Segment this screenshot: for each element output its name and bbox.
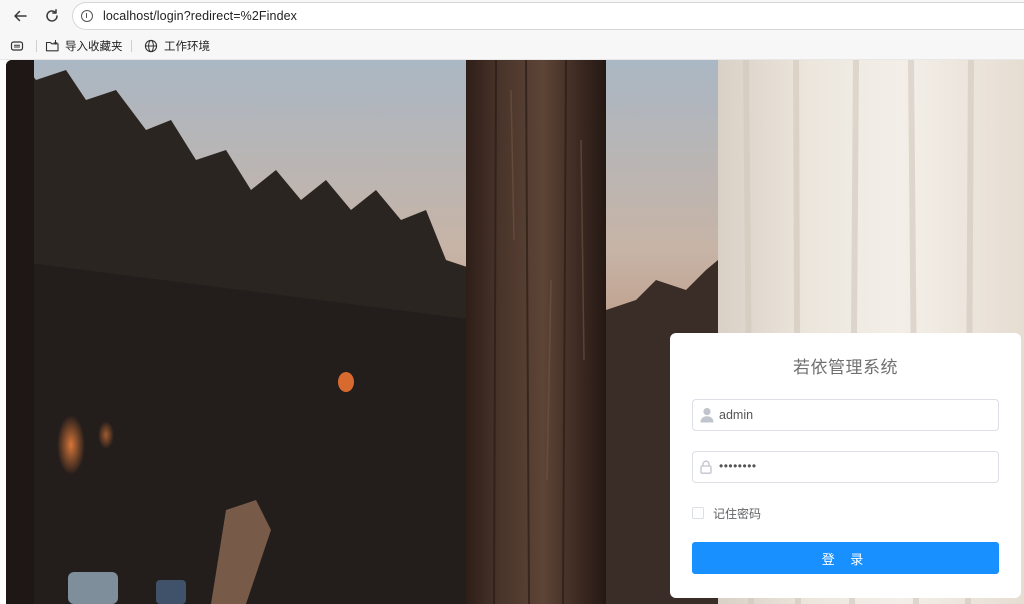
- tab-actions-icon[interactable]: [10, 38, 24, 54]
- checkbox-box[interactable]: [692, 507, 704, 519]
- lock-icon: [700, 460, 712, 474]
- reload-icon[interactable]: [42, 6, 62, 26]
- bookmarks-bar: 导入收藏夹 工作环境: [0, 32, 1024, 60]
- bookmark-import-favorites[interactable]: 导入收藏夹: [45, 38, 123, 54]
- remember-password-label: 记住密码: [713, 506, 762, 521]
- back-arrow-icon[interactable]: [10, 6, 30, 26]
- url-text: localhost/login?redirect=%2Findex: [103, 9, 298, 23]
- browser-toolbar: localhost/login?redirect=%2Findex: [0, 0, 1024, 32]
- remember-password-checkbox[interactable]: 记住密码: [692, 505, 761, 521]
- login-title: 若依管理系统: [793, 358, 898, 377]
- password-field[interactable]: ••••••••: [692, 451, 999, 483]
- bookmark-work-environment[interactable]: 工作环境: [144, 38, 210, 54]
- import-folder-icon: [45, 40, 59, 52]
- page-viewport: 若依管理系统 •••••••• 记住密码 登 录: [6, 60, 1024, 604]
- username-field[interactable]: [692, 399, 999, 431]
- bookmark-divider: [131, 40, 132, 52]
- user-icon: [700, 408, 714, 423]
- password-input[interactable]: ••••••••: [719, 459, 757, 473]
- address-bar[interactable]: localhost/login?redirect=%2Findex: [72, 2, 1024, 30]
- login-button[interactable]: 登 录: [692, 542, 999, 574]
- login-card: 若依管理系统 •••••••• 记住密码 登 录: [670, 333, 1021, 598]
- username-input[interactable]: [719, 400, 989, 430]
- bookmark-divider: [36, 40, 37, 52]
- bookmark-label: 导入收藏夹: [65, 41, 123, 53]
- bookmark-label: 工作环境: [164, 41, 210, 53]
- site-info-icon[interactable]: [81, 10, 93, 22]
- globe-icon: [144, 39, 158, 53]
